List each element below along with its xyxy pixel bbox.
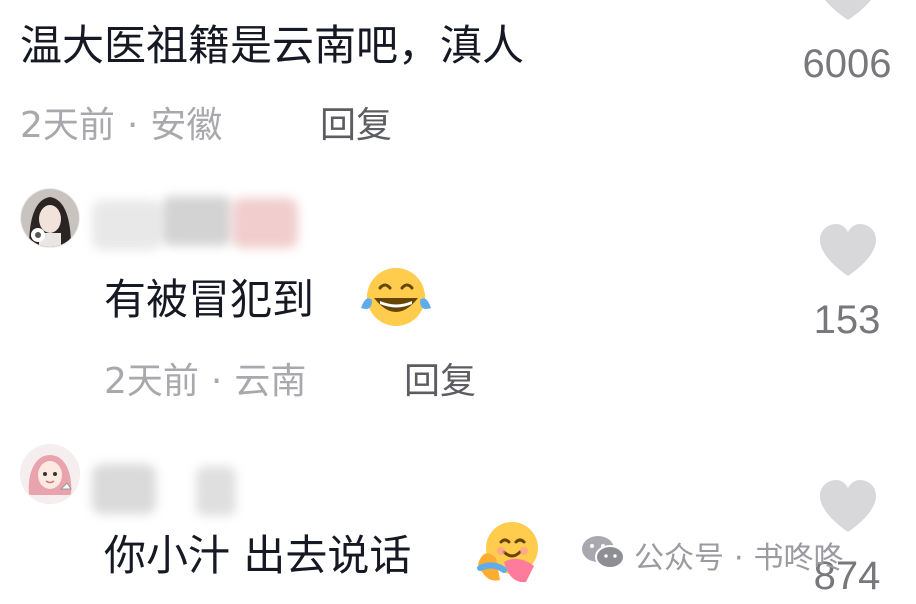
- reply-button[interactable]: 回复: [404, 358, 476, 406]
- like-heart-icon[interactable]: [818, 222, 878, 278]
- redaction-block: [92, 464, 156, 514]
- redaction-block: [92, 200, 162, 250]
- comment-text: 你小汁 出去说话: [104, 528, 411, 584]
- like-count: 6006: [802, 42, 892, 86]
- comment-text-content: 有被冒犯到: [104, 275, 315, 324]
- comment-location: 安徽: [150, 105, 223, 146]
- meta-separator: ·: [126, 105, 139, 146]
- like-heart-icon[interactable]: [818, 0, 878, 22]
- hugging-face-emoji-icon: [474, 518, 542, 586]
- watermark-separator: ·: [734, 540, 744, 576]
- watermark: 公众号 · 书咚咚: [580, 534, 844, 583]
- comment-text: 有被冒犯到: [104, 272, 314, 328]
- comment-text-content: 你小汁 出去说话: [104, 531, 412, 580]
- tears-of-joy-emoji-icon: [358, 264, 434, 328]
- comment-meta: 2天前 · 安徽: [20, 102, 222, 150]
- avatar[interactable]: [20, 188, 80, 248]
- username-redacted: [92, 196, 302, 250]
- comment-time: 2天前: [20, 105, 115, 146]
- username-redacted: [92, 460, 242, 516]
- like-heart-icon[interactable]: [818, 478, 878, 534]
- redaction-block: [162, 196, 232, 246]
- avatar[interactable]: [20, 444, 80, 504]
- comment-time: 2天前: [104, 361, 199, 402]
- comment-text: 温大医祖籍是云南吧，滇人: [20, 21, 525, 70]
- redaction-block: [232, 198, 298, 248]
- watermark-account: 书咚咚: [753, 540, 844, 576]
- watermark-source: 公众号: [634, 540, 724, 576]
- like-count: 153: [813, 298, 881, 342]
- comment-meta: 2天前 · 云南: [104, 358, 306, 406]
- wechat-icon: [580, 534, 626, 583]
- reply-button[interactable]: 回复: [320, 102, 392, 150]
- comment-location: 云南: [234, 361, 307, 402]
- meta-separator: ·: [210, 361, 223, 402]
- redaction-block: [196, 466, 236, 516]
